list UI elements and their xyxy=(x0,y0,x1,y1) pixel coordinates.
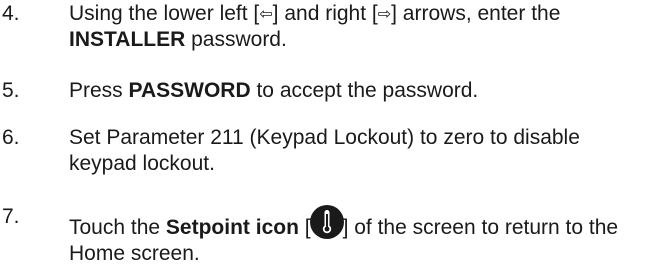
password-label: PASSWORD xyxy=(128,79,251,102)
step-number: 4. xyxy=(2,2,20,25)
text-segment: Press xyxy=(69,79,129,102)
text-segment: Touch the xyxy=(69,216,166,239)
text-segment: Using the lower left [ xyxy=(69,2,260,25)
step-number: 5. xyxy=(2,79,20,102)
installer-label: INSTALLER xyxy=(69,28,186,51)
setpoint-icon-label: Setpoint icon xyxy=(165,216,299,239)
text-segment: ] and right [ xyxy=(272,2,378,25)
left-arrow-icon: ⇦ xyxy=(259,4,273,23)
step-text: Touch the Setpoint icon [ ] of the scree… xyxy=(69,204,639,267)
step-text: Using the lower left [⇦] and right [⇨] a… xyxy=(69,1,639,53)
text-segment: ] arrows, enter the xyxy=(391,2,561,25)
step-number: 7. xyxy=(2,205,20,228)
right-arrow-icon: ⇨ xyxy=(377,4,392,23)
thermometer-icon xyxy=(309,205,344,239)
step-text: Press PASSWORD to accept the password. xyxy=(69,78,639,104)
text-segment: to accept the password. xyxy=(250,79,479,102)
instruction-document: 4. Using the lower left [⇦] and right [⇨… xyxy=(0,0,647,270)
step-text: Set Parameter 211 (Keypad Lockout) to ze… xyxy=(69,126,580,175)
text-segment: password. xyxy=(185,28,287,51)
step-number: 6. xyxy=(2,126,20,149)
